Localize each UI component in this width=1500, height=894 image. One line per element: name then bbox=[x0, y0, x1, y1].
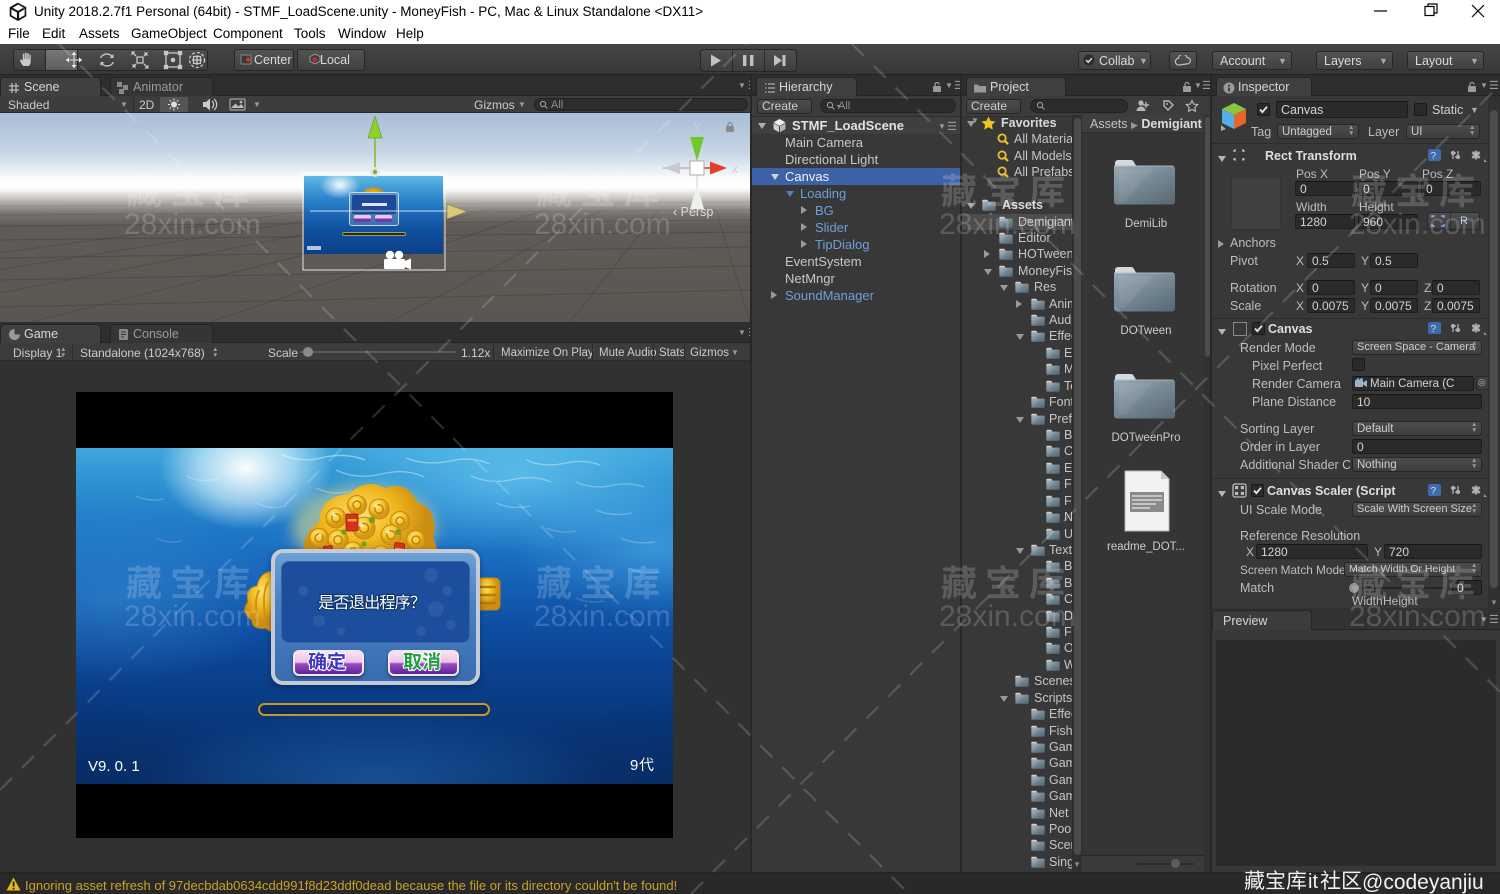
svg-text:?: ? bbox=[1431, 324, 1437, 335]
svg-text:x: x bbox=[732, 162, 738, 176]
svg-text:?: ? bbox=[1431, 486, 1437, 497]
svg-text:y: y bbox=[694, 123, 700, 132]
svg-text:?: ? bbox=[1431, 151, 1437, 162]
